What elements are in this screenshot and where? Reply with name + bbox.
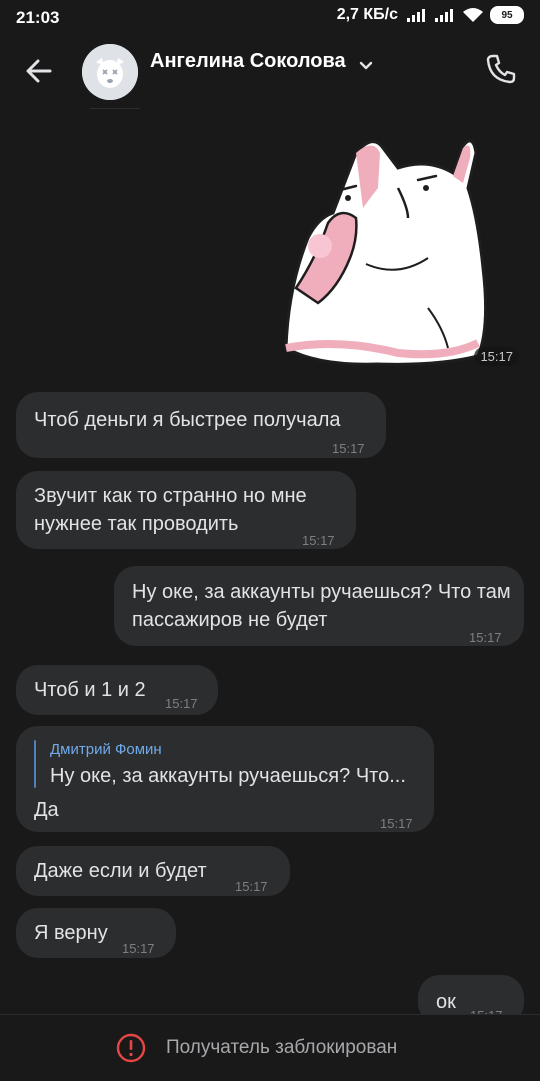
message-time: 15:17 — [474, 347, 519, 366]
message-text: Чтоб деньги я быстрее получала — [34, 409, 341, 431]
cat-sticker-image — [284, 139, 488, 366]
message-time: 15:17 — [165, 696, 198, 711]
message-bubble-incoming[interactable]: Звучит как то странно но мне нужнее так … — [16, 471, 356, 549]
chat-header: Ангелина Соколова — [0, 34, 540, 110]
message-bubble-incoming[interactable]: Даже если и будет 15:17 — [16, 846, 290, 896]
header-divider — [90, 108, 140, 109]
message-time: 15:17 — [332, 441, 365, 456]
message-bubble-incoming[interactable]: Чтоб и 1 и 2 15:17 — [16, 665, 218, 715]
blocked-footer: Получатель заблокирован — [0, 1014, 540, 1081]
wifi-icon — [463, 8, 483, 22]
network-speed: 2,7 КБ/с — [336, 6, 398, 23]
message-text: Да — [34, 799, 59, 821]
message-time: 15:17 — [380, 816, 413, 831]
signal-icon — [407, 9, 425, 22]
battery-icon: 95 — [490, 6, 524, 24]
chevron-down-icon[interactable] — [357, 56, 375, 74]
avatar[interactable] — [82, 44, 138, 100]
phone-icon[interactable] — [484, 52, 518, 86]
default-avatar-icon — [82, 44, 138, 100]
contact-name[interactable]: Ангелина Соколова — [150, 50, 346, 73]
message-time: 15:17 — [122, 941, 155, 956]
back-arrow-icon[interactable] — [22, 54, 56, 88]
message-text: ок — [436, 991, 456, 1013]
message-text: Я верну — [34, 922, 108, 944]
message-bubble-incoming[interactable]: Я верну 15:17 — [16, 908, 176, 958]
warning-circle-icon — [116, 1033, 146, 1063]
reply-quote: Ну оке, за аккаунты ручаешься? Что... — [50, 765, 406, 787]
signal-icon-2 — [435, 9, 453, 22]
message-bubble-reply[interactable]: Дмитрий Фомин Ну оке, за аккаунты ручаеш… — [16, 726, 434, 832]
sticker-message[interactable]: 15:17 — [278, 128, 523, 368]
message-bubble-outgoing[interactable]: Ну оке, за аккаунты ручаешься? Что там п… — [114, 566, 524, 646]
message-text: Чтоб и 1 и 2 — [34, 679, 146, 701]
status-bar: 21:03 2,7 КБ/с 95 — [0, 0, 540, 34]
reply-accent-bar — [34, 740, 36, 788]
message-text: Звучит как то странно но мне нужнее так … — [34, 485, 307, 535]
message-time: 15:17 — [235, 879, 268, 894]
message-time: 15:17 — [469, 630, 502, 645]
blocked-status-text: Получатель заблокирован — [166, 1037, 398, 1058]
message-bubble-incoming[interactable]: Чтоб деньги я быстрее получала 15:17 — [16, 392, 386, 458]
message-text: Даже если и будет — [34, 860, 207, 882]
status-time: 21:03 — [16, 8, 60, 27]
message-time: 15:17 — [302, 533, 335, 548]
status-indicators: 2,7 КБ/с 95 — [337, 6, 524, 24]
reply-author: Дмитрий Фомин — [50, 741, 162, 758]
message-text: Ну оке, за аккаунты ручаешься? Что там п… — [132, 581, 511, 631]
battery-level: 95 — [501, 9, 513, 21]
